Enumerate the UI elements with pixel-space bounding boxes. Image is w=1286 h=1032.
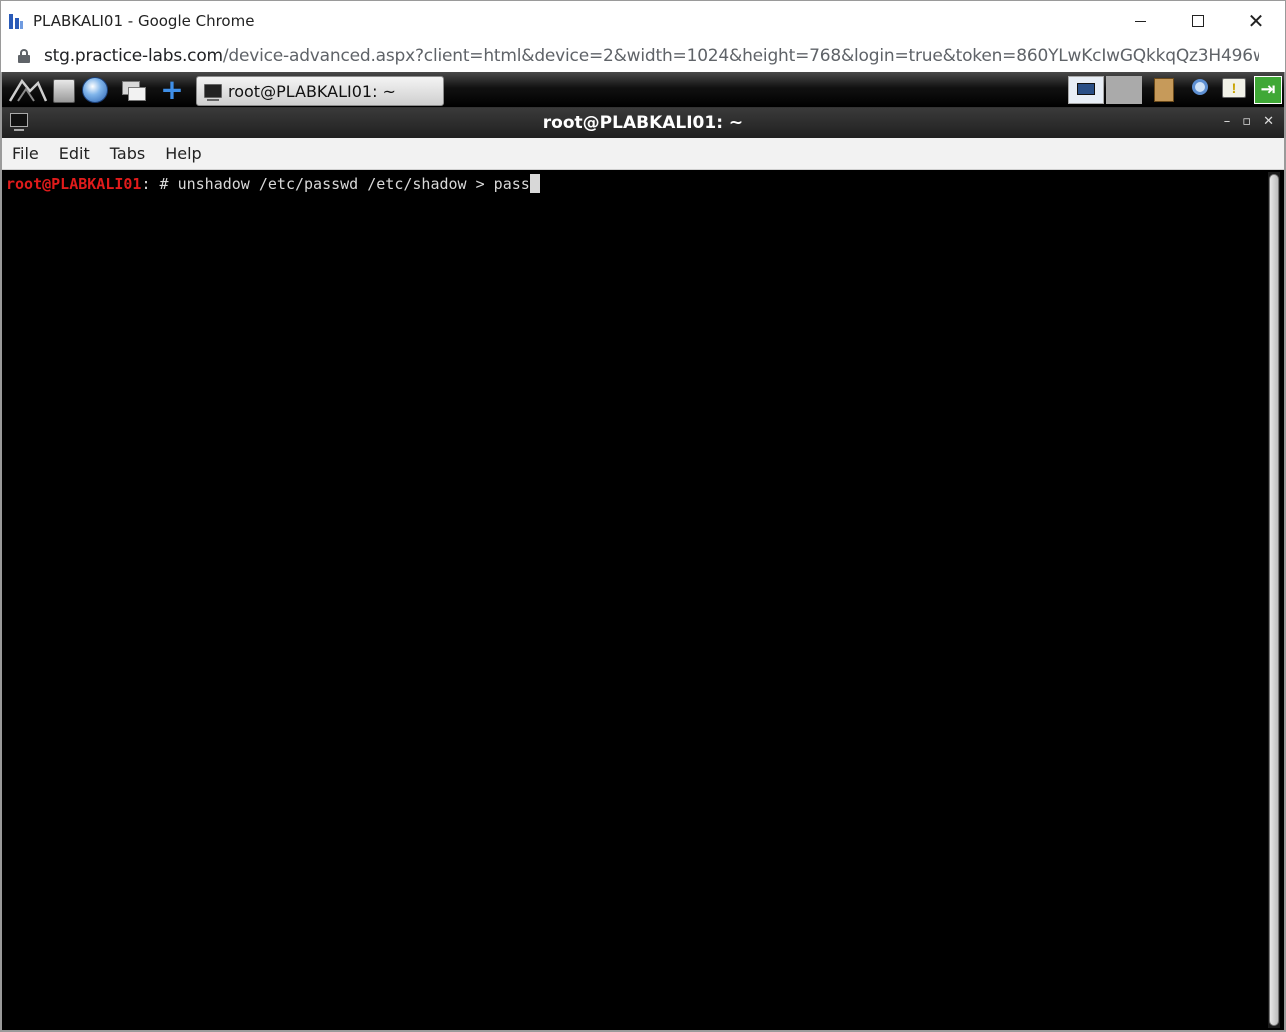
kali-dragon-icon (8, 78, 48, 102)
maximize-icon (1192, 15, 1204, 27)
close-icon: ✕ (1247, 9, 1265, 33)
typed-command: unshadow /etc/passwd /etc/shadow > pass (177, 175, 530, 193)
maximize-button[interactable] (1169, 1, 1227, 41)
clipboard-icon[interactable] (1150, 76, 1178, 104)
taskbar-terminal-label: root@PLABKALI01: ~ (228, 81, 396, 101)
display-icon[interactable] (1068, 76, 1104, 104)
terminal-title: root@PLABKALI01: ~ (542, 113, 744, 133)
minimize-button[interactable] (1111, 1, 1169, 41)
show-desktop-icon[interactable] (120, 77, 148, 105)
url-host: stg.practice-labs.com (44, 46, 223, 66)
menu-help[interactable]: Help (165, 144, 201, 163)
kali-menu-icon[interactable] (8, 77, 48, 105)
browser-title-bar: PLABKALI01 - Google Chrome ✕ (0, 0, 1286, 40)
menu-tabs[interactable]: Tabs (110, 144, 145, 163)
scrollbar-thumb[interactable] (1269, 174, 1279, 1026)
terminal-menu-bar: File Edit Tabs Help (2, 138, 1284, 170)
terminal-window-controls: – ▫ ✕ (1224, 114, 1274, 129)
window-title: PLABKALI01 - Google Chrome (33, 11, 255, 30)
workspace-switcher[interactable] (1106, 76, 1142, 104)
terminal-scrollbar[interactable] (1268, 172, 1280, 1028)
terminal-output[interactable]: root@PLABKALI01: # unshadow /etc/passwd … (2, 170, 1284, 1030)
prompt-suffix: : # (141, 175, 178, 193)
minimize-icon (1134, 20, 1146, 22)
terminal-close-icon[interactable]: ✕ (1263, 114, 1274, 129)
lock-icon[interactable] (18, 49, 30, 63)
terminal-title-bar: root@PLABKALI01: ~ – ▫ ✕ (2, 108, 1284, 138)
terminal-maximize-icon[interactable]: ▫ (1242, 114, 1251, 129)
close-button[interactable]: ✕ (1227, 1, 1285, 41)
file-manager-icon[interactable] (50, 77, 78, 105)
terminal-window-icon[interactable] (10, 113, 28, 131)
remote-desktop[interactable]: + root@PLABKALI01: ~ ! ⇥ root@PLABKALI01… (0, 72, 1286, 1032)
terminal-icon (204, 84, 222, 101)
address-bar[interactable]: stg.practice-labs.com/device-advanced.as… (0, 40, 1286, 72)
terminal-command-line[interactable]: root@PLABKALI01: # unshadow /etc/passwd … (6, 174, 540, 194)
notification-icon[interactable]: ! (1220, 76, 1248, 104)
terminal-minimize-icon[interactable]: – (1224, 114, 1231, 129)
menu-edit[interactable]: Edit (59, 144, 90, 163)
menu-file[interactable]: File (12, 144, 39, 163)
text-cursor (529, 174, 540, 193)
window-controls: ✕ (1111, 1, 1285, 41)
app-icon (8, 12, 24, 30)
url-text[interactable]: stg.practice-labs.com/device-advanced.as… (44, 46, 1259, 66)
logout-icon[interactable]: ⇥ (1254, 76, 1282, 104)
search-icon[interactable] (1186, 76, 1214, 104)
url-path: /device-advanced.aspx?client=html&device… (222, 46, 1259, 66)
web-browser-icon[interactable] (82, 77, 110, 105)
taskbar-terminal-button[interactable]: root@PLABKALI01: ~ (196, 76, 444, 106)
desktop-panel: + root@PLABKALI01: ~ ! ⇥ (2, 72, 1284, 108)
add-launcher-icon[interactable]: + (158, 76, 186, 105)
prompt-user: root@PLABKALI01 (6, 175, 142, 193)
